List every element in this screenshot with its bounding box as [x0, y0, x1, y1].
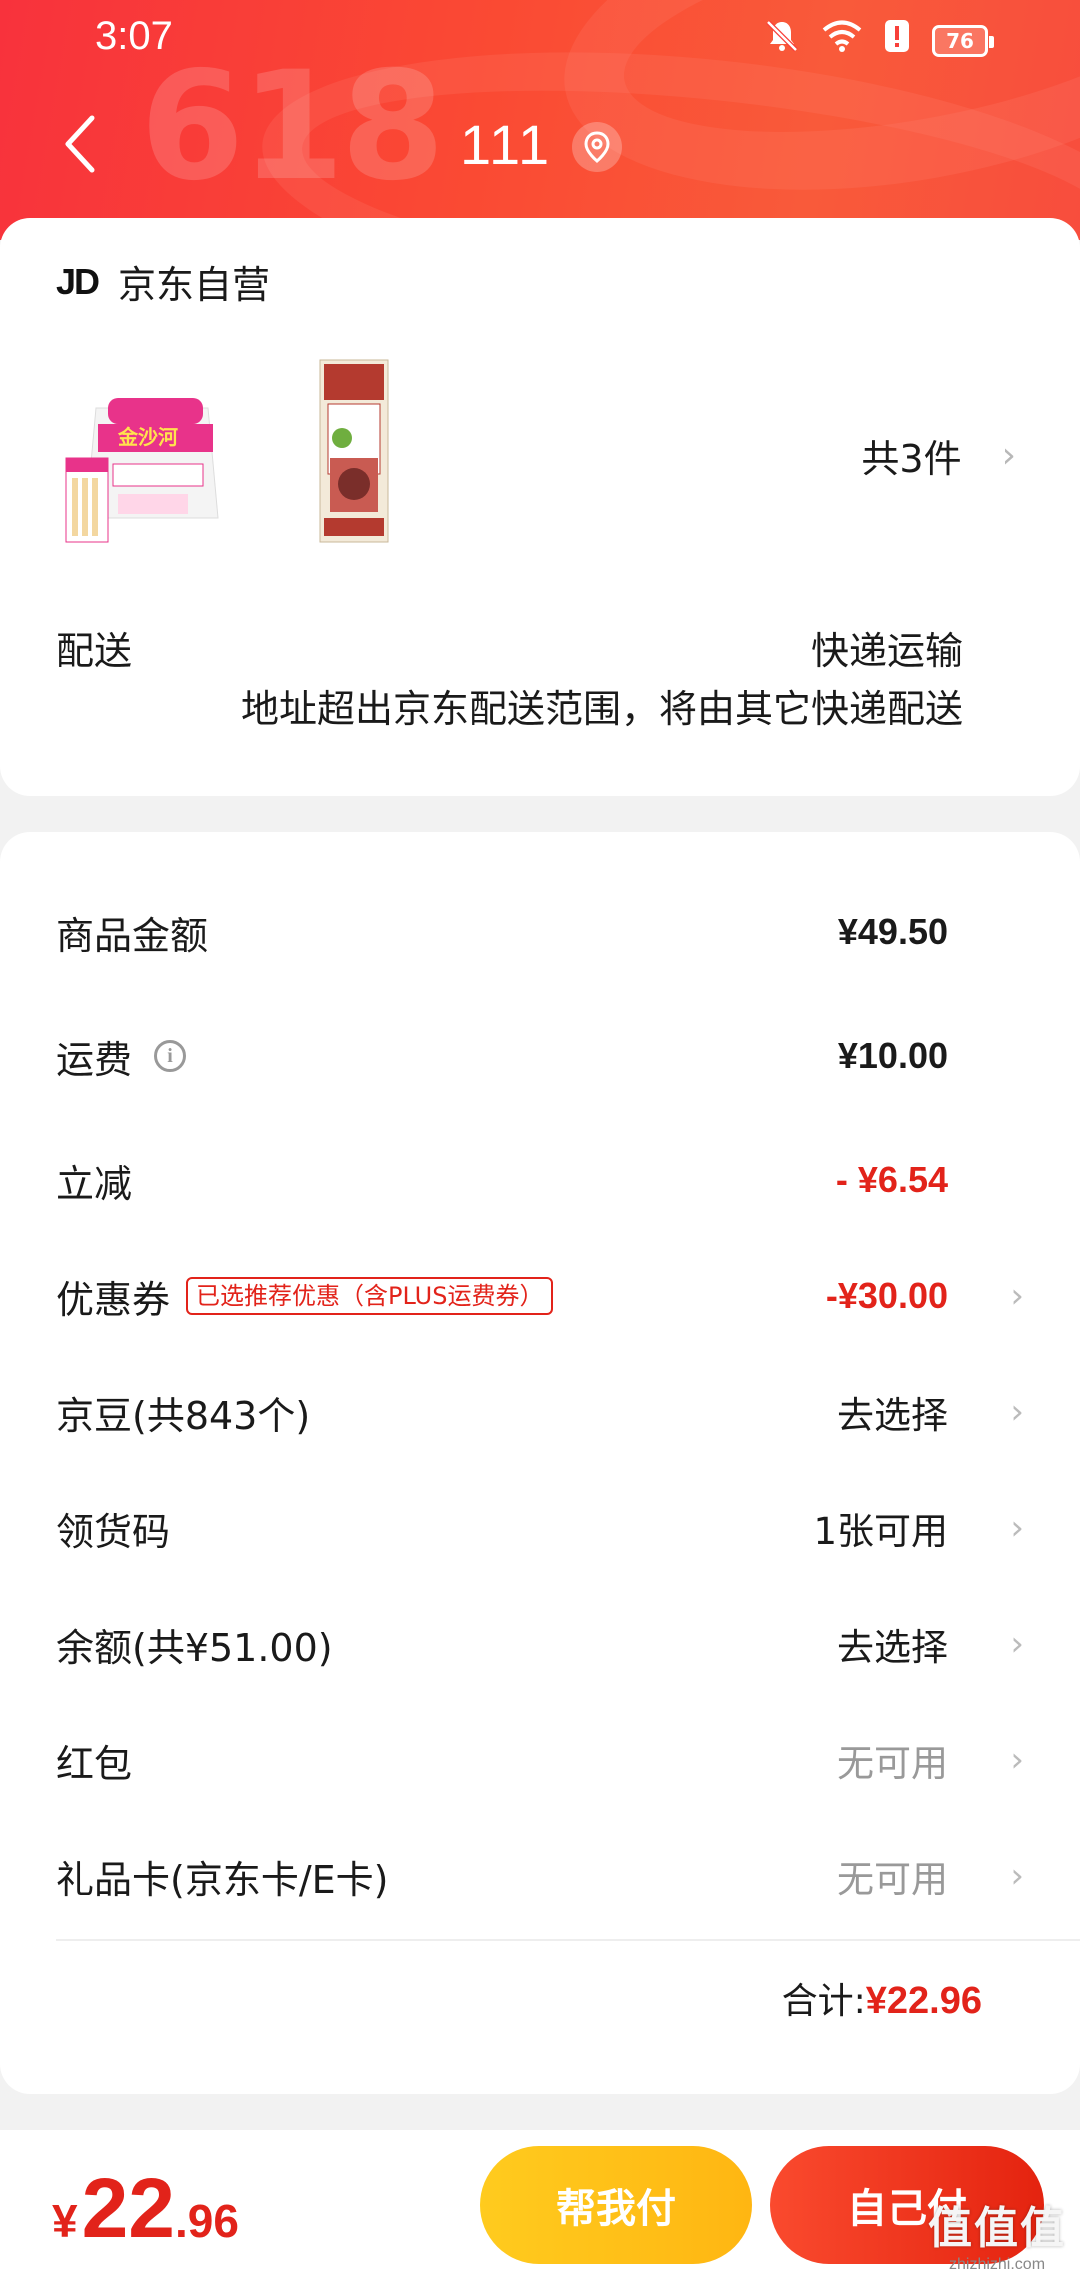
payment-summary-card: 商品金额 ¥49.50 运费 i ¥10.00 立减 - ¥6.54 优惠券 已… [0, 832, 1080, 2094]
bottom-pay-bar: ¥ 22 .96 帮我付 自己付 [0, 2130, 1080, 2280]
divider [56, 1939, 1080, 1941]
shipping-value: ¥10.00 [837, 1035, 948, 1076]
alert-icon [884, 18, 910, 63]
delivery-note: 地址超出京东配送范围，将由其它快递配送 [240, 687, 963, 731]
total-label: 合计: [781, 1981, 866, 2022]
fee-row-goods-amount: 商品金额 ¥49.50 [56, 892, 1024, 972]
page-title: 111 [460, 113, 552, 176]
discount-label: 立减 [56, 1161, 133, 1206]
chevron-right-icon: › [1010, 1392, 1024, 1432]
gift-card-value: 无可用 [837, 1858, 948, 1901]
watermark-url: zhizhizhi.com [948, 2256, 1046, 2273]
fee-row-jingdou[interactable]: 京豆(共843个) 去选择 › [56, 1372, 1024, 1452]
coupon-tag: 已选推荐优惠（含PLUS运费券） [186, 1277, 554, 1315]
location-pin-icon[interactable] [572, 122, 622, 172]
chevron-right-icon: › [1010, 1276, 1024, 1316]
chevron-right-icon: › [1010, 1624, 1024, 1664]
header-618-background: 618 [140, 40, 445, 214]
currency-symbol: ¥ [52, 2195, 78, 2247]
fee-row-red-packet[interactable]: 红包 无可用 › [56, 1720, 1024, 1800]
chevron-right-icon: › [1010, 1856, 1024, 1896]
price-decimal: .96 [175, 2195, 239, 2247]
goods-amount-label: 商品金额 [56, 913, 209, 958]
shop-name: 京东自营 [118, 263, 271, 307]
jd-logo: JD [56, 260, 100, 302]
delivery-method[interactable]: 快递运输 [811, 620, 963, 675]
watermark: 值值值 zhizhizhi.com [928, 2192, 1066, 2274]
fee-row-discount: 立减 - ¥6.54 [56, 1140, 1024, 1220]
svg-text:金沙河: 金沙河 [117, 425, 178, 449]
fee-row-balance[interactable]: 余额(共¥51.00) 去选择 › [56, 1604, 1024, 1684]
shipping-label: 运费 i [56, 1029, 187, 1084]
discount-value: - ¥6.54 [835, 1159, 948, 1200]
jingdou-label: 京豆(共843个) [56, 1393, 311, 1438]
gift-card-label: 礼品卡(京东卡/E卡) [56, 1857, 389, 1902]
info-icon[interactable]: i [154, 1040, 187, 1072]
price-integer: 22 [81, 2161, 176, 2255]
fee-row-coupon[interactable]: 优惠券 已选推荐优惠（含PLUS运费券） -¥30.00 › [56, 1256, 1024, 1336]
coupon-label-text: 优惠券 [56, 1277, 171, 1322]
balance-value: 去选择 [837, 1626, 948, 1669]
status-icons: 76 [764, 18, 994, 63]
chevron-right-icon: › [1001, 435, 1016, 476]
coupon-label: 优惠券 已选推荐优惠（含PLUS运费券） [56, 1269, 554, 1324]
chevron-right-icon: › [1010, 1740, 1024, 1780]
coupon-value: -¥30.00 [825, 1275, 948, 1316]
shipping-label-text: 运费 [56, 1037, 133, 1082]
header: 618 3:07 76 111 [0, 0, 1080, 240]
item-count: 共3件 [861, 437, 962, 481]
pickup-code-label: 领货码 [56, 1509, 171, 1554]
goods-amount-value: ¥49.50 [837, 911, 948, 952]
battery-icon: 76 [932, 24, 994, 57]
chevron-left-icon [65, 115, 95, 173]
red-packet-label: 红包 [56, 1741, 133, 1786]
fee-row-pickup-code[interactable]: 领货码 1张可用 › [56, 1488, 1024, 1568]
delivery-label: 配送 [56, 629, 133, 673]
shop-header: JD 京东自营 [56, 254, 270, 309]
item-count-link[interactable]: 共3件 › [861, 428, 1016, 483]
product-image-noodles-bag[interactable]: 金沙河 [58, 368, 228, 548]
fee-row-gift-card[interactable]: 礼品卡(京东卡/E卡) 无可用 › [56, 1836, 1024, 1916]
watermark-text: 值值值 [928, 2203, 1066, 2254]
wifi-icon [822, 19, 862, 62]
mute-bell-icon [764, 18, 800, 63]
product-image-noodles-pack[interactable] [318, 358, 390, 544]
chevron-right-icon: › [1010, 1508, 1024, 1548]
jingdou-value: 去选择 [837, 1394, 948, 1437]
order-items-card: JD 京东自营 金沙河 共3件 › 配送 快递运输 地址超出京东配送范围，将由其… [0, 218, 1080, 796]
fee-row-shipping: 运费 i ¥10.00 [56, 1016, 1024, 1096]
balance-label: 余额(共¥51.00) [56, 1625, 333, 1670]
help-me-pay-button[interactable]: 帮我付 [480, 2146, 752, 2264]
bottom-total-price: ¥ 22 .96 [52, 2160, 239, 2257]
total-value: ¥22.96 [865, 1980, 982, 2022]
red-packet-value: 无可用 [837, 1742, 948, 1785]
total-row: 合计: ¥22.96 [782, 1972, 982, 2024]
status-time: 3:07 [95, 14, 173, 58]
back-button[interactable] [58, 112, 106, 176]
pickup-code-value: 1张可用 [813, 1510, 948, 1553]
